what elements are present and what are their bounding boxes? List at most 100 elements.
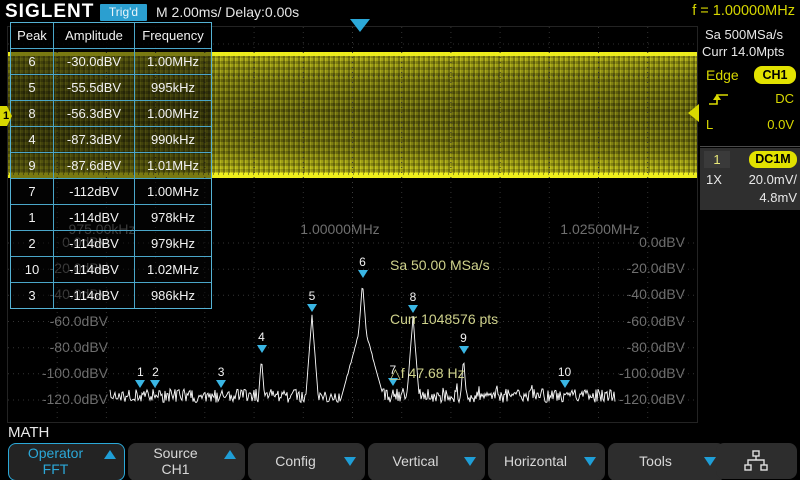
table-row: 3-114dBV986kHz <box>11 282 211 308</box>
softkey-value: FFT <box>9 461 102 478</box>
vertical-offset: 4.8mV <box>759 190 797 205</box>
table-row: 10-114dBV1.02MHz <box>11 256 211 282</box>
frequency-cell: 979kHz <box>135 231 211 256</box>
channel1-coupling-badge[interactable]: DC1M <box>749 151 797 168</box>
peak-cell: 6 <box>11 49 54 74</box>
peak-marker-icon <box>135 380 145 388</box>
amplitude-cell: -56.3dBV <box>54 101 135 126</box>
peak-table-header-cell: Frequency <box>135 23 211 48</box>
arrow-down-icon <box>464 457 476 466</box>
peak-table-header: PeakAmplitudeFrequency <box>11 23 211 48</box>
softkey-label: Tools <box>609 444 702 478</box>
softkey-source-button[interactable]: SourceCH1 <box>128 443 245 480</box>
peak-table-header-cell: Amplitude <box>54 23 135 48</box>
softkey-horizontal-button[interactable]: Horizontal <box>488 443 605 480</box>
peak-marker-number: 4 <box>250 330 274 344</box>
softkey-vertical-button[interactable]: Vertical <box>368 443 485 480</box>
channel1-info-box[interactable]: 1 DC1M 1X 20.0mV/ 4.8mV <box>700 148 800 210</box>
softkey-label: Horizontal <box>489 444 582 478</box>
amplitude-cell: -114dBV <box>54 231 135 256</box>
dbv-label-left: -80.0dBV <box>8 339 108 355</box>
arrow-up-icon <box>224 450 236 459</box>
trigger-type-label[interactable]: Edge <box>706 67 739 83</box>
peak-marker-icon <box>257 345 267 353</box>
trigger-coupling[interactable]: DC <box>700 91 794 106</box>
peak-cell: 2 <box>11 231 54 256</box>
dbv-label-left: -120.0dBV <box>8 391 108 407</box>
sidebar: Sa 500MSa/s Curr 14.0Mpts Edge CH1 DC L … <box>700 25 800 424</box>
peak-marker-number: 3 <box>209 365 233 379</box>
peak-cell: 8 <box>11 101 54 126</box>
timebase-readout[interactable]: M 2.00ms/ Delay:0.00s <box>156 4 299 20</box>
menu-tree-icon <box>743 450 769 472</box>
dbv-label-right: -100.0dBV <box>596 365 685 381</box>
peak-marker-icon <box>560 380 570 388</box>
softkey-config-button[interactable]: Config <box>248 443 365 480</box>
oscilloscope-screen: SIGLENT Trig'd M 2.00ms/ Delay:0.00s f =… <box>0 0 800 480</box>
peak-cell: 5 <box>11 75 54 100</box>
frequency-cell: 986kHz <box>135 283 211 308</box>
dbv-label-right: -120.0dBV <box>596 391 685 407</box>
frequency-cell: 1.00MHz <box>135 49 211 74</box>
amplitude-cell: -112dBV <box>54 179 135 204</box>
frequency-cell: 995kHz <box>135 75 211 100</box>
vertical-scale: 20.0mV/ <box>749 172 797 187</box>
fft-info-readout: Sa 50.00 MSa/s Curr 1048576 pts △f 47.68… <box>390 220 498 418</box>
softkey-operator-button[interactable]: OperatorFFT <box>8 443 125 480</box>
trigger-level-value: 0.0V <box>700 117 794 132</box>
trigger-position-marker[interactable] <box>350 19 370 32</box>
table-row: 5-55.5dBV995kHz <box>11 74 211 100</box>
fft-delta-f: △f 47.68 Hz <box>390 364 498 382</box>
amplitude-cell: -114dBV <box>54 283 135 308</box>
dbv-label-right: -60.0dBV <box>596 313 685 329</box>
softkey-value: CH1 <box>129 461 222 478</box>
peak-cell: 10 <box>11 257 54 282</box>
peak-marker-icon <box>358 270 368 278</box>
menu-tree-button[interactable] <box>716 443 797 479</box>
dbv-label-left: -60.0dBV <box>8 313 108 329</box>
trigger-status-badge: Trig'd <box>100 4 147 21</box>
channel1-number[interactable]: 1 <box>704 151 730 168</box>
softkey-tools-button[interactable]: Tools <box>608 443 725 480</box>
amplitude-cell: -87.3dBV <box>54 127 135 152</box>
fft-points: Curr 1048576 pts <box>390 310 498 328</box>
peak-cell: 9 <box>11 153 54 178</box>
siglent-logo: SIGLENT <box>5 1 94 23</box>
dbv-label-left: -100.0dBV <box>8 365 108 381</box>
sample-rate-readout: Sa 500MSa/s <box>705 27 783 42</box>
softkey-buttons: OperatorFFTSourceCH1Config Vertical Horizo… <box>8 443 725 480</box>
peak-cell: 3 <box>11 283 54 308</box>
dbv-label-right: 0.0dBV <box>596 234 685 250</box>
amplitude-cell: -114dBV <box>54 257 135 282</box>
dbv-label-right: -20.0dBV <box>596 260 685 276</box>
table-row: 7-112dBV1.00MHz <box>11 178 211 204</box>
peak-marker-number: 5 <box>300 289 324 303</box>
trigger-source-badge[interactable]: CH1 <box>754 66 796 84</box>
peak-marker-icon <box>307 304 317 312</box>
softkey-menu-bar: MATH OperatorFFTSourceCH1Config Vertical H… <box>0 424 800 480</box>
peak-table: PeakAmplitudeFrequency6-30.0dBV1.00MHz5-… <box>10 22 212 309</box>
dbv-label-right: -80.0dBV <box>596 339 685 355</box>
amplitude-cell: -30.0dBV <box>54 49 135 74</box>
table-row: 2-114dBV979kHz <box>11 230 211 256</box>
amplitude-cell: -87.6dBV <box>54 153 135 178</box>
softkey-label: Vertical <box>369 444 462 478</box>
frequency-cell: 1.02MHz <box>135 257 211 282</box>
table-row: 8-56.3dBV1.00MHz <box>11 100 211 126</box>
dbv-label-right: -40.0dBV <box>596 286 685 302</box>
arrow-down-icon <box>584 457 596 466</box>
menu-mode-label: MATH <box>8 424 49 441</box>
trigger-level-marker[interactable] <box>688 104 699 122</box>
peak-cell: 1 <box>11 205 54 230</box>
arrow-up-icon <box>104 450 116 459</box>
table-row: 1-114dBV978kHz <box>11 204 211 230</box>
peak-marker-number: 10 <box>553 365 577 379</box>
table-row: 6-30.0dBV1.00MHz <box>11 48 211 74</box>
table-row: 9-87.6dBV1.01MHz <box>11 152 211 178</box>
softkey-label: Config <box>249 444 342 478</box>
peak-cell: 7 <box>11 179 54 204</box>
peak-marker-icon <box>216 380 226 388</box>
peak-table-header-cell: Peak <box>11 23 54 48</box>
frequency-cell: 978kHz <box>135 205 211 230</box>
peak-marker-number: 2 <box>143 365 167 379</box>
